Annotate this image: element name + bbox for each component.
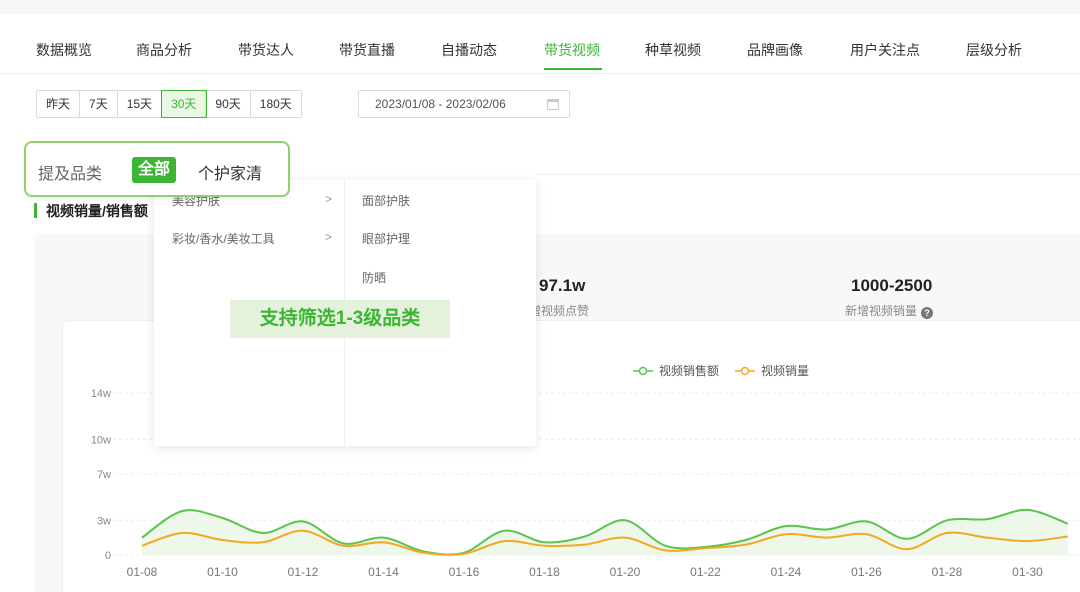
tab-tier-analysis[interactable]: 层级分析 xyxy=(966,40,1022,60)
y-tick-label: 14w xyxy=(91,388,111,400)
legend-label: 视频销售额 xyxy=(659,363,719,378)
legend-marker xyxy=(638,366,648,376)
stat-sales-label: 新增视频销量? xyxy=(845,302,934,319)
divider xyxy=(536,174,1080,175)
category-level1-makeup[interactable]: 彩妆/香水/美妆工具 xyxy=(172,230,275,247)
category-level2-eye-care[interactable]: 眼部护理 xyxy=(362,230,410,247)
category-filter-callout: 提及品类 全部 个护家清 xyxy=(24,141,290,197)
filter-option-personal-care[interactable]: 个护家清 xyxy=(198,160,262,184)
date-range-text: 2023/01/08 - 2023/02/06 xyxy=(375,97,506,111)
tab-brand-profile[interactable]: 品牌画像 xyxy=(747,40,803,60)
tab-product-analysis[interactable]: 商品分析 xyxy=(136,40,192,60)
range-yesterday[interactable]: 昨天 xyxy=(37,91,81,117)
y-tick-label: 7w xyxy=(97,469,111,481)
help-icon[interactable]: ? xyxy=(921,307,934,319)
x-tick-label: 01-14 xyxy=(368,565,399,579)
x-tick-label: 01-12 xyxy=(288,565,319,579)
legend-marker xyxy=(740,366,750,376)
stat-sales-value: 1000-2500 xyxy=(851,276,933,295)
x-tick-label: 01-16 xyxy=(449,565,480,579)
category-level2-sunscreen[interactable]: 防晒 xyxy=(362,269,386,286)
tab-influencers[interactable]: 带货达人 xyxy=(238,40,294,60)
promo-banner: 支持筛选1-3级品类 xyxy=(230,300,450,338)
x-tick-label: 01-26 xyxy=(851,565,882,579)
x-tick-label: 01-30 xyxy=(1012,565,1043,579)
stat-sales-label-text: 新增视频销量 xyxy=(845,304,918,318)
x-tick-label: 01-10 xyxy=(207,565,238,579)
filter-label: 提及品类 xyxy=(38,166,103,183)
date-range-picker[interactable]: 2023/01/08 - 2023/02/06 xyxy=(358,90,570,118)
y-tick-label: 10w xyxy=(91,434,111,446)
range-7d[interactable]: 7天 xyxy=(80,91,118,117)
x-tick-label: 01-18 xyxy=(529,565,560,579)
y-tick-label: 3w xyxy=(97,515,111,527)
section-accent-bar xyxy=(34,203,37,218)
x-tick-label: 01-28 xyxy=(932,565,963,579)
range-15d[interactable]: 15天 xyxy=(118,91,163,117)
range-30d[interactable]: 30天 xyxy=(161,90,208,118)
category-level2-face-care[interactable]: 面部护肤 xyxy=(362,192,410,209)
chevron-right-icon: > xyxy=(325,230,333,244)
series-area xyxy=(142,509,1068,555)
x-tick-label: 01-20 xyxy=(610,565,641,579)
section-title: 视频销量/销售额 xyxy=(46,203,148,219)
range-90d[interactable]: 90天 xyxy=(206,91,251,117)
tab-live-commerce[interactable]: 带货直播 xyxy=(339,40,395,60)
tab-seeding-videos[interactable]: 种草视频 xyxy=(645,40,701,60)
x-tick-label: 01-24 xyxy=(771,565,802,579)
chevron-right-icon: > xyxy=(325,192,333,206)
stat-likes-value: 97.1w xyxy=(539,276,586,295)
active-tab-indicator xyxy=(544,68,602,70)
x-tick-label: 01-22 xyxy=(690,565,721,579)
tab-user-concerns[interactable]: 用户关注点 xyxy=(850,40,920,60)
legend-label: 视频销量 xyxy=(761,363,809,378)
x-tick-label: 01-08 xyxy=(127,565,158,579)
page: 数据概览 商品分析 带货达人 带货直播 自播动态 带货视频 种草视频 品牌画像 … xyxy=(0,14,1080,592)
tab-commerce-videos[interactable]: 带货视频 xyxy=(544,40,600,60)
tab-self-broadcast[interactable]: 自播动态 xyxy=(441,40,497,60)
filter-all-button[interactable]: 全部 xyxy=(132,157,177,183)
top-nav: 数据概览 商品分析 带货达人 带货直播 自播动态 带货视频 种草视频 品牌画像 … xyxy=(0,14,1080,74)
y-tick-label: 0 xyxy=(105,550,111,562)
category-dropdown: 美容护肤 > 彩妆/香水/美妆工具 > 面部护肤 眼部护理 防晒 支持筛选1-3… xyxy=(154,180,536,446)
tab-data-overview[interactable]: 数据概览 xyxy=(36,40,92,60)
range-180d[interactable]: 180天 xyxy=(251,91,301,117)
calendar-icon xyxy=(547,99,559,110)
time-range-selector: 昨天 7天 15天 30天 90天 180天 xyxy=(36,90,302,118)
